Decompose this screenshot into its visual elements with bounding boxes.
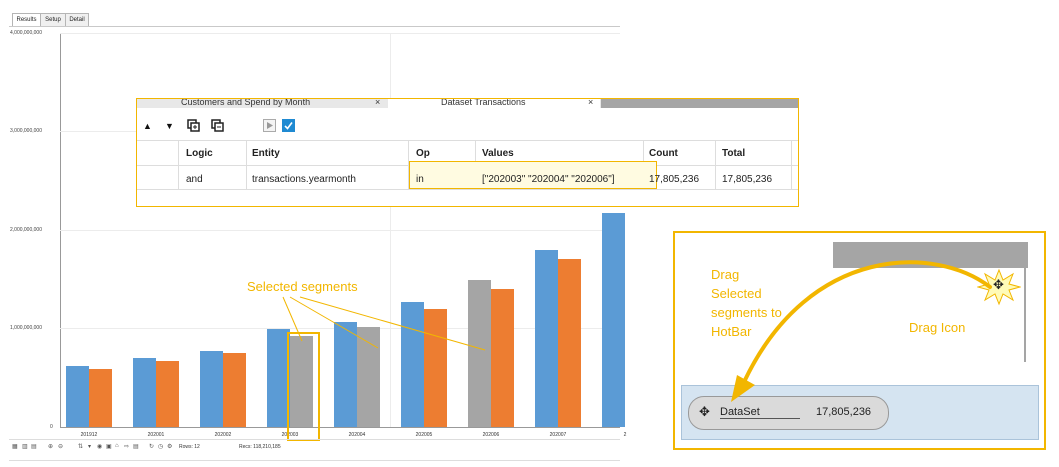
settings-icon[interactable]: ⚙: [167, 443, 172, 450]
rows-count: Rows: 12: [179, 444, 200, 450]
statusbar-border: [9, 460, 620, 461]
export-icon[interactable]: ⇨: [124, 443, 129, 450]
refresh-icon[interactable]: ↻: [149, 443, 154, 450]
grid-view-icon[interactable]: ▦: [12, 443, 19, 450]
recs-count: Recs: 118,210,185: [239, 444, 281, 450]
dropdown-icon[interactable]: ▾: [88, 443, 91, 450]
statusbar-border: [9, 439, 620, 440]
zoom-in-icon[interactable]: ⊕: [48, 443, 53, 450]
sort-icon[interactable]: ⇅: [78, 443, 83, 450]
lock-icon[interactable]: ⌂: [115, 443, 119, 449]
print-icon[interactable]: ▤: [133, 443, 139, 450]
history-icon[interactable]: ◷: [158, 443, 163, 450]
zoom-out-icon[interactable]: ⊖: [58, 443, 63, 450]
view-icon[interactable]: ◉: [97, 443, 102, 450]
table-view-icon[interactable]: ▤: [31, 443, 37, 450]
chart-view-icon[interactable]: ▥: [22, 443, 28, 450]
save-icon[interactable]: ▣: [106, 443, 112, 450]
drag-arrow: [731, 260, 992, 402]
